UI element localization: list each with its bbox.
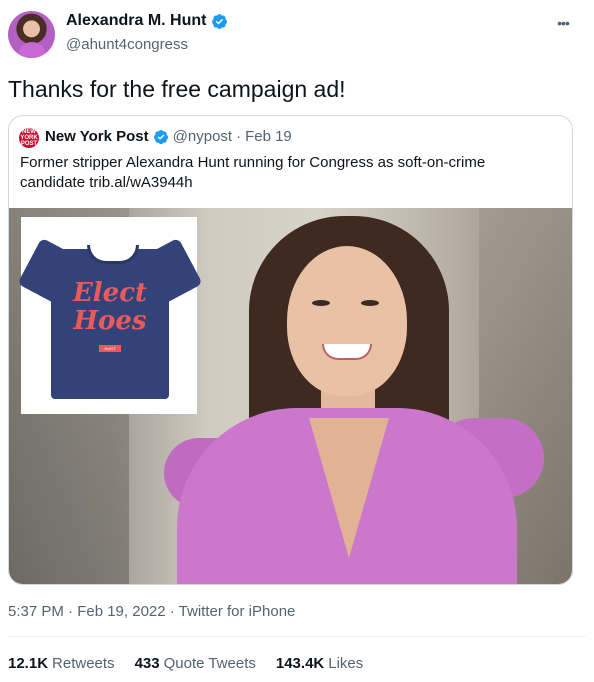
likes-label: Likes (328, 655, 364, 672)
engagement-stats: 12.1K Retweets 433 Quote Tweets 143.4K L… (8, 655, 363, 672)
photo-person-face (287, 246, 407, 396)
nypost-logo: NEW YORK POST (19, 128, 39, 148)
author-handle[interactable]: @ahunt4congress (66, 36, 188, 53)
retweets-label: Retweets (52, 655, 115, 672)
likes-count: 143.4K (275, 655, 325, 672)
quoted-handle[interactable]: @nypost (173, 128, 232, 145)
quoted-tweet-photo[interactable]: Elect Hoes HUNT (9, 208, 572, 584)
photo-dress-neckline (309, 418, 389, 558)
author-name-row: Alexandra M. Hunt (66, 12, 228, 30)
author-avatar[interactable] (8, 11, 55, 58)
quote-tweets-stat[interactable]: 433 Quote Tweets (135, 655, 256, 672)
quoted-tweet-text: Former stripper Alexandra Hunt running f… (20, 154, 486, 191)
verified-badge-icon (212, 13, 228, 29)
quoted-tweet-card[interactable]: NEW YORK POST New York Post @nypost · Fe… (8, 115, 573, 585)
quoted-display-name[interactable]: New York Post (45, 128, 149, 145)
quoted-separator: · (236, 128, 242, 145)
retweets-count: 12.1K (8, 655, 49, 672)
retweets-stat[interactable]: 12.1K Retweets (8, 655, 115, 672)
tshirt-slogan: Elect Hoes (72, 278, 148, 336)
tshirt-tag: HUNT (99, 345, 121, 352)
quote-tweets-label: Quote Tweets (163, 655, 256, 672)
quoted-date[interactable]: Feb 19 (245, 128, 292, 145)
tweet-timestamp[interactable]: 5:37 PM · Feb 19, 2022 · Twitter for iPh… (8, 603, 295, 620)
divider (8, 636, 586, 637)
more-options-icon[interactable]: ••• (552, 12, 574, 34)
verified-badge-icon (153, 129, 168, 144)
photo-eye (312, 300, 330, 306)
quote-tweets-count: 433 (134, 655, 160, 672)
likes-stat[interactable]: 143.4K Likes (276, 655, 363, 672)
photo-eye (361, 300, 379, 306)
quoted-tweet-header: New York Post @nypost · Feb 19 (45, 128, 292, 145)
tshirt-inset: Elect Hoes HUNT (17, 217, 203, 414)
tweet-text: Thanks for the free campaign ad! (8, 76, 346, 102)
author-display-name[interactable]: Alexandra M. Hunt (66, 12, 206, 30)
